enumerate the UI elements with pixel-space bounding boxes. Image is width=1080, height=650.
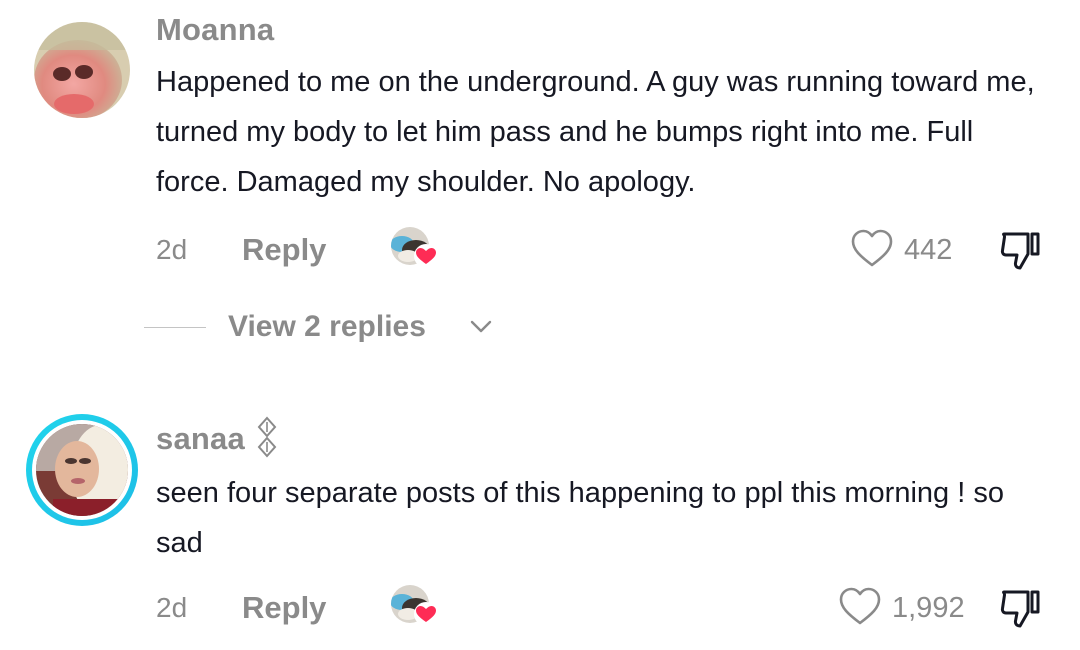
thumbs-down-icon[interactable]	[998, 228, 1044, 277]
reply-button[interactable]: Reply	[242, 590, 326, 626]
avatar[interactable]	[23, 411, 141, 529]
heart-outline-icon[interactable]	[838, 586, 882, 631]
comment-actions: 2d Reply 1,992	[156, 584, 1056, 634]
thumbs-down-icon[interactable]	[998, 586, 1044, 635]
creator-liked-heart-icon	[388, 584, 442, 628]
heart-outline-icon[interactable]	[850, 228, 894, 273]
comment-timestamp: 2d	[156, 592, 188, 623]
comment-timestamp: 2d	[156, 234, 188, 265]
comment-text: seen four separate posts of this happeni…	[156, 477, 1004, 559]
like-count: 442	[904, 234, 953, 266]
creator-liked-heart-icon	[388, 226, 442, 270]
comment-item: Moanna Happened to me on the underground…	[0, 0, 1080, 380]
like-count: 1,992	[892, 592, 965, 624]
comment-item: sanaa seen four separate posts of this h…	[0, 380, 1080, 650]
divider	[144, 327, 206, 328]
comment-username[interactable]: sanaa	[156, 416, 278, 466]
chevron-down-icon[interactable]	[470, 320, 492, 339]
avatar[interactable]	[34, 22, 130, 118]
diamond-badge-icon	[256, 416, 278, 466]
reply-button[interactable]: Reply	[242, 232, 326, 268]
comment-actions: 2d Reply 442	[156, 226, 1056, 276]
comment-username[interactable]: Moanna	[156, 12, 274, 48]
view-replies-button[interactable]: View 2 replies	[228, 310, 426, 344]
comment-text: Happened to me on the underground. A guy…	[156, 66, 1035, 198]
